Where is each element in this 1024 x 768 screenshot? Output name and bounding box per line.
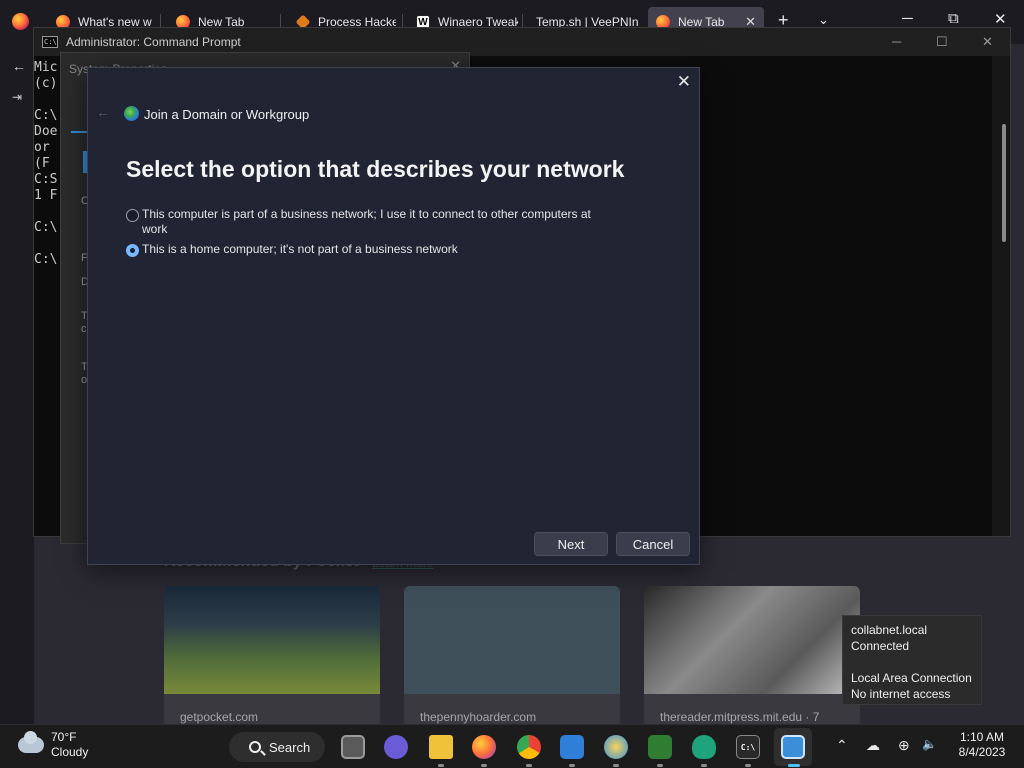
- running-indicator: [438, 764, 444, 767]
- card-source: thepennyhoarder.com: [420, 710, 537, 724]
- tooltip-spacer: [851, 654, 973, 670]
- globe-icon: [124, 106, 139, 121]
- minimize-button[interactable]: ─: [902, 10, 913, 27]
- option-label: This is a home computer; it's not part o…: [142, 242, 458, 256]
- option-label: This computer is part of a business netw…: [142, 207, 591, 236]
- firefox-view-icon[interactable]: [12, 13, 29, 30]
- network-status-tooltip: collabnet.local Connected Local Area Con…: [842, 615, 982, 705]
- network-status: Connected: [851, 639, 910, 653]
- card-source: getpocket.com: [180, 710, 259, 724]
- vpn-shield-icon[interactable]: [692, 735, 716, 759]
- cancel-button[interactable]: Cancel: [616, 532, 690, 556]
- active-indicator: [788, 764, 800, 767]
- network-adapter: Local Area Connection: [851, 671, 972, 685]
- next-button[interactable]: Next: [534, 532, 608, 556]
- task-view-icon[interactable]: [341, 735, 365, 759]
- home-computer-option[interactable]: This is a home computer; it's not part o…: [126, 242, 596, 257]
- list-all-tabs-button[interactable]: ⌄: [818, 12, 829, 28]
- cmd-maximize-button[interactable]: ☐: [936, 34, 948, 50]
- wizard-heading: Select the option that describes your ne…: [126, 156, 625, 182]
- back-arrow-icon[interactable]: ←: [12, 58, 26, 74]
- cmd-icon[interactable]: C:\: [736, 735, 760, 759]
- running-indicator: [657, 764, 663, 767]
- chrome-icon[interactable]: [517, 735, 541, 759]
- network-domain: collabnet.local: [851, 623, 928, 637]
- file-explorer-icon[interactable]: [429, 735, 453, 759]
- meet-icon[interactable]: [384, 735, 408, 759]
- running-indicator: [481, 764, 487, 767]
- pocket-card[interactable]: getpocket.com: [164, 586, 380, 726]
- weather-widget[interactable]: 70°F Cloudy: [51, 730, 88, 760]
- cmd-close-button[interactable]: ✕: [982, 34, 993, 50]
- sign-in-icon[interactable]: ⇥: [12, 90, 22, 104]
- cmd-scroll-thumb[interactable]: [1002, 124, 1006, 242]
- running-indicator: [701, 764, 707, 767]
- card-source: thereader.mitpress.mit.edu · 7: [660, 710, 820, 724]
- sysprop-text: c: [81, 323, 87, 335]
- running-indicator: [526, 764, 532, 767]
- card-image: [164, 586, 380, 694]
- start-icon[interactable]: [190, 735, 212, 757]
- wizard-close-button[interactable]: ✕: [677, 72, 691, 92]
- taskbar: 70°F Cloudy Search C:\ ⌃ ☁ ⊕ 🔈 1:10 AM 8…: [0, 724, 1024, 768]
- taskbar-search-button[interactable]: Search: [229, 732, 325, 762]
- running-indicator: [569, 764, 575, 767]
- search-icon: [249, 741, 261, 753]
- running-indicator: [613, 764, 619, 767]
- weather-condition: Cloudy: [51, 745, 89, 759]
- home-computer-radio[interactable]: [126, 244, 139, 257]
- firefox-icon[interactable]: [472, 735, 496, 759]
- network-internet-status: No internet access: [851, 687, 951, 701]
- clock-time: 1:10 AM: [959, 730, 1005, 744]
- restore-button[interactable]: ⧉: [948, 10, 959, 27]
- clock-date: 8/4/2023: [958, 745, 1006, 759]
- business-network-radio[interactable]: [126, 209, 139, 222]
- globe-app-icon[interactable]: [604, 735, 628, 759]
- onedrive-icon[interactable]: ☁: [866, 737, 880, 754]
- card-image: [404, 586, 620, 694]
- show-hidden-icons-chevron-icon[interactable]: ⌃: [836, 737, 848, 754]
- join-domain-wizard[interactable]: ✕ ← Join a Domain or Workgroup Select th…: [87, 67, 700, 565]
- business-network-option[interactable]: This computer is part of a business netw…: [126, 207, 596, 237]
- cmd-title: Administrator: Command Prompt: [66, 35, 241, 49]
- sheet-app-icon[interactable]: [648, 735, 672, 759]
- card-image: [644, 586, 860, 694]
- close-window-button[interactable]: ✕: [994, 10, 1007, 28]
- system-properties-icon[interactable]: [781, 735, 805, 759]
- rdp-icon[interactable]: [560, 735, 584, 759]
- wizard-title: Join a Domain or Workgroup: [144, 107, 310, 122]
- weather-cloud-icon[interactable]: [18, 731, 44, 753]
- running-indicator: [745, 764, 751, 767]
- pocket-card[interactable]: thereader.mitpress.mit.edu · 7: [644, 586, 860, 726]
- cmd-scrollbar[interactable]: [992, 56, 1010, 536]
- clock[interactable]: 1:10 AM 8/4/2023: [950, 730, 1014, 760]
- search-label: Search: [269, 739, 311, 755]
- network-icon[interactable]: ⊕: [898, 737, 910, 754]
- weather-temperature: 70°F: [51, 730, 77, 744]
- volume-icon[interactable]: 🔈: [922, 737, 937, 751]
- wizard-back-button[interactable]: ←: [96, 104, 110, 120]
- browser-sidebar: ← ⇥: [0, 44, 34, 724]
- cmd-icon: C:\: [42, 36, 58, 48]
- cmd-minimize-button[interactable]: ─: [892, 34, 901, 49]
- pocket-card[interactable]: thepennyhoarder.com: [404, 586, 620, 726]
